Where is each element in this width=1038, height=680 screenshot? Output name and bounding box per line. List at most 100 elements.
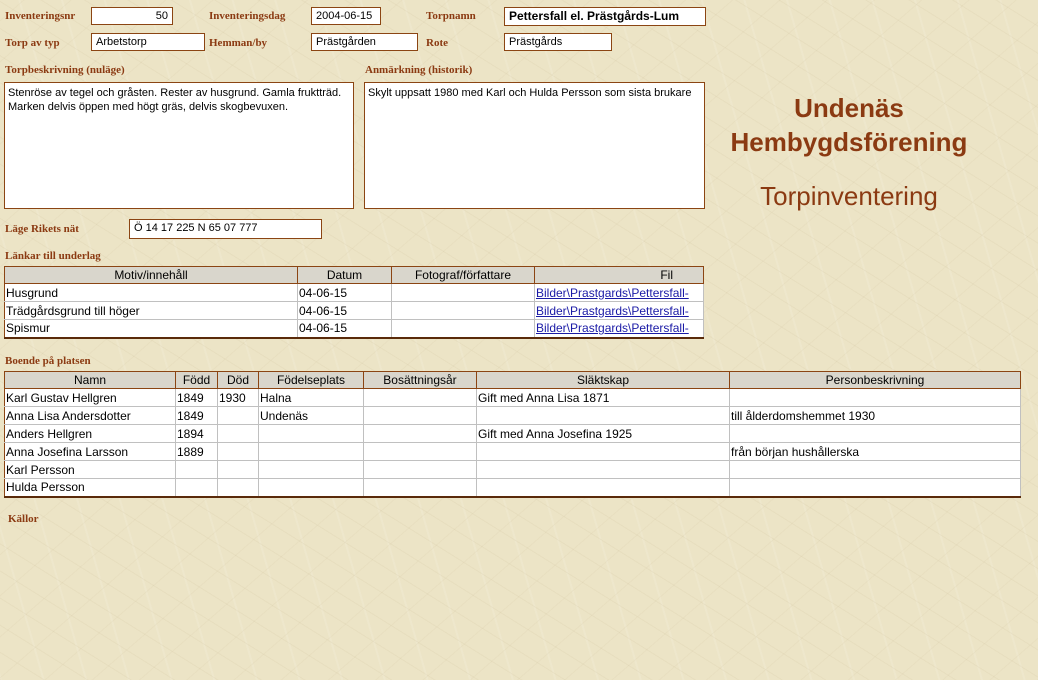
inventeringsdag-field[interactable]: 2004-06-15 [311, 7, 381, 25]
link-fil-cell: Bilder\Prastgards\Pettersfall- [534, 283, 704, 302]
resident-beskrivning [729, 424, 1021, 443]
residents-col-slaktskap: Släktskap [476, 371, 730, 389]
resident-fodd [175, 478, 218, 497]
link-fotograf [391, 319, 535, 338]
torpnamn-label: Torpnamn [426, 10, 476, 22]
links-header-row: Motiv/innehåll Datum Fotograf/författare… [4, 266, 704, 284]
torpbeskrivning-textarea[interactable]: Stenröse av tegel och gråsten. Rester av… [4, 82, 354, 209]
rote-field[interactable]: Prästgårds [504, 33, 612, 51]
residents-heading: Boende på platsen [5, 355, 91, 367]
links-col-datum: Datum [297, 266, 392, 284]
links-col-motiv: Motiv/innehåll [4, 266, 298, 284]
resident-namn: Karl Gustav Hellgren [4, 388, 176, 407]
residents-col-fodd: Född [175, 371, 218, 389]
torp-av-typ-label: Torp av typ [5, 37, 60, 49]
inventeringsdag-label: Inventeringsdag [209, 10, 286, 22]
resident-fodelseplats: Halna [258, 388, 364, 407]
link-fotograf [391, 301, 535, 320]
resident-fodd: 1849 [175, 406, 218, 425]
lage-field[interactable]: Ö 14 17 225 N 65 07 777 [129, 219, 322, 239]
link-fil[interactable]: Bilder\Prastgards\Pettersfall- [536, 286, 689, 300]
residents-col-bosattning: Bosättningsår [363, 371, 477, 389]
link-datum: 04-06-15 [297, 283, 392, 302]
residents-col-namn: Namn [4, 371, 176, 389]
table-row: Husgrund 04-06-15 Bilder\Prastgards\Pett… [4, 283, 704, 302]
table-row: Karl Persson [4, 460, 1021, 479]
torp-av-typ-field[interactable]: Arbetstorp [91, 33, 205, 51]
link-motiv: Spismur [4, 319, 298, 338]
table-row: Anna Lisa Andersdotter 1849 Undenäs till… [4, 406, 1021, 425]
hemman-label: Hemman/by [209, 37, 268, 49]
link-fil-cell: Bilder\Prastgards\Pettersfall- [534, 301, 704, 320]
resident-fodelseplats: Undenäs [258, 406, 364, 425]
resident-bosattning [363, 442, 477, 461]
torpnamn-field[interactable]: Pettersfall el. Prästgårds-Lum [504, 7, 706, 26]
resident-namn: Hulda Persson [4, 478, 176, 497]
torpbeskrivning-label: Torpbeskrivning (nuläge) [5, 64, 125, 76]
resident-beskrivning [729, 388, 1021, 407]
resident-dod [217, 406, 259, 425]
resident-slaktskap: Gift med Anna Josefina 1925 [476, 424, 730, 443]
resident-namn: Anna Josefina Larsson [4, 442, 176, 461]
table-row: Hulda Persson [4, 478, 1021, 497]
resident-namn: Anna Lisa Andersdotter [4, 406, 176, 425]
inventeringsnr-label: Inventeringsnr [5, 10, 76, 22]
resident-slaktskap [476, 406, 730, 425]
table-row: Trädgårdsgrund till höger 04-06-15 Bilde… [4, 301, 704, 320]
resident-bosattning [363, 460, 477, 479]
resident-bosattning [363, 424, 477, 443]
table-row: Spismur 04-06-15 Bilder\Prastgards\Pette… [4, 319, 704, 338]
resident-dod [217, 478, 259, 497]
resident-beskrivning [729, 460, 1021, 479]
link-datum: 04-06-15 [297, 301, 392, 320]
inventeringsnr-field[interactable]: 50 [91, 7, 173, 25]
link-fil[interactable]: Bilder\Prastgards\Pettersfall- [536, 321, 689, 335]
link-fil-cell: Bilder\Prastgards\Pettersfall- [534, 319, 704, 338]
resident-slaktskap: Gift med Anna Lisa 1871 [476, 388, 730, 407]
resident-namn: Anders Hellgren [4, 424, 176, 443]
resident-fodd [175, 460, 218, 479]
org-name-line1: Undenäs [794, 93, 904, 123]
resident-fodelseplats [258, 478, 364, 497]
resident-dod [217, 424, 259, 443]
link-datum: 04-06-15 [297, 319, 392, 338]
resident-dod: 1930 [217, 388, 259, 407]
resident-beskrivning [729, 478, 1021, 497]
lage-label: Läge Rikets nät [5, 223, 79, 235]
resident-bosattning [363, 478, 477, 497]
resident-bosattning [363, 406, 477, 425]
link-fil[interactable]: Bilder\Prastgards\Pettersfall- [536, 304, 689, 318]
anmarkning-textarea[interactable]: Skylt uppsatt 1980 med Karl och Hulda Pe… [364, 82, 705, 209]
link-motiv: Trädgårdsgrund till höger [4, 301, 298, 320]
resident-beskrivning: från början hushållerska [729, 442, 1021, 461]
resident-dod [217, 442, 259, 461]
sources-heading: Källor [8, 513, 39, 525]
org-name-line2: Hembygdsförening [730, 127, 968, 157]
links-col-fotograf: Fotograf/författare [391, 266, 535, 284]
hemman-field[interactable]: Prästgården [311, 33, 418, 51]
page-title: Torpinventering [760, 181, 938, 211]
link-motiv: Husgrund [4, 283, 298, 302]
resident-slaktskap [476, 478, 730, 497]
rote-label: Rote [426, 37, 448, 49]
resident-fodelseplats [258, 424, 364, 443]
residents-header-row: Namn Född Död Födelseplats Bosättningsår… [4, 371, 1021, 389]
resident-fodd: 1894 [175, 424, 218, 443]
resident-bosattning [363, 388, 477, 407]
resident-fodelseplats [258, 460, 364, 479]
table-row: Anna Josefina Larsson 1889 från början h… [4, 442, 1021, 461]
table-row: Anders Hellgren 1894 Gift med Anna Josef… [4, 424, 1021, 443]
resident-slaktskap [476, 460, 730, 479]
resident-fodd: 1889 [175, 442, 218, 461]
resident-slaktskap [476, 442, 730, 461]
table-row: Karl Gustav Hellgren 1849 1930 Halna Gif… [4, 388, 1021, 407]
resident-namn: Karl Persson [4, 460, 176, 479]
resident-fodelseplats [258, 442, 364, 461]
links-table: Motiv/innehåll Datum Fotograf/författare… [4, 266, 704, 339]
resident-beskrivning: till ålderdomshemmet 1930 [729, 406, 1021, 425]
residents-table: Namn Född Död Födelseplats Bosättningsår… [4, 371, 1021, 498]
links-heading: Länkar till underlag [5, 250, 101, 262]
links-col-fil: Fil [534, 266, 704, 284]
residents-col-dod: Död [217, 371, 259, 389]
residents-col-fodelseplats: Födelseplats [258, 371, 364, 389]
